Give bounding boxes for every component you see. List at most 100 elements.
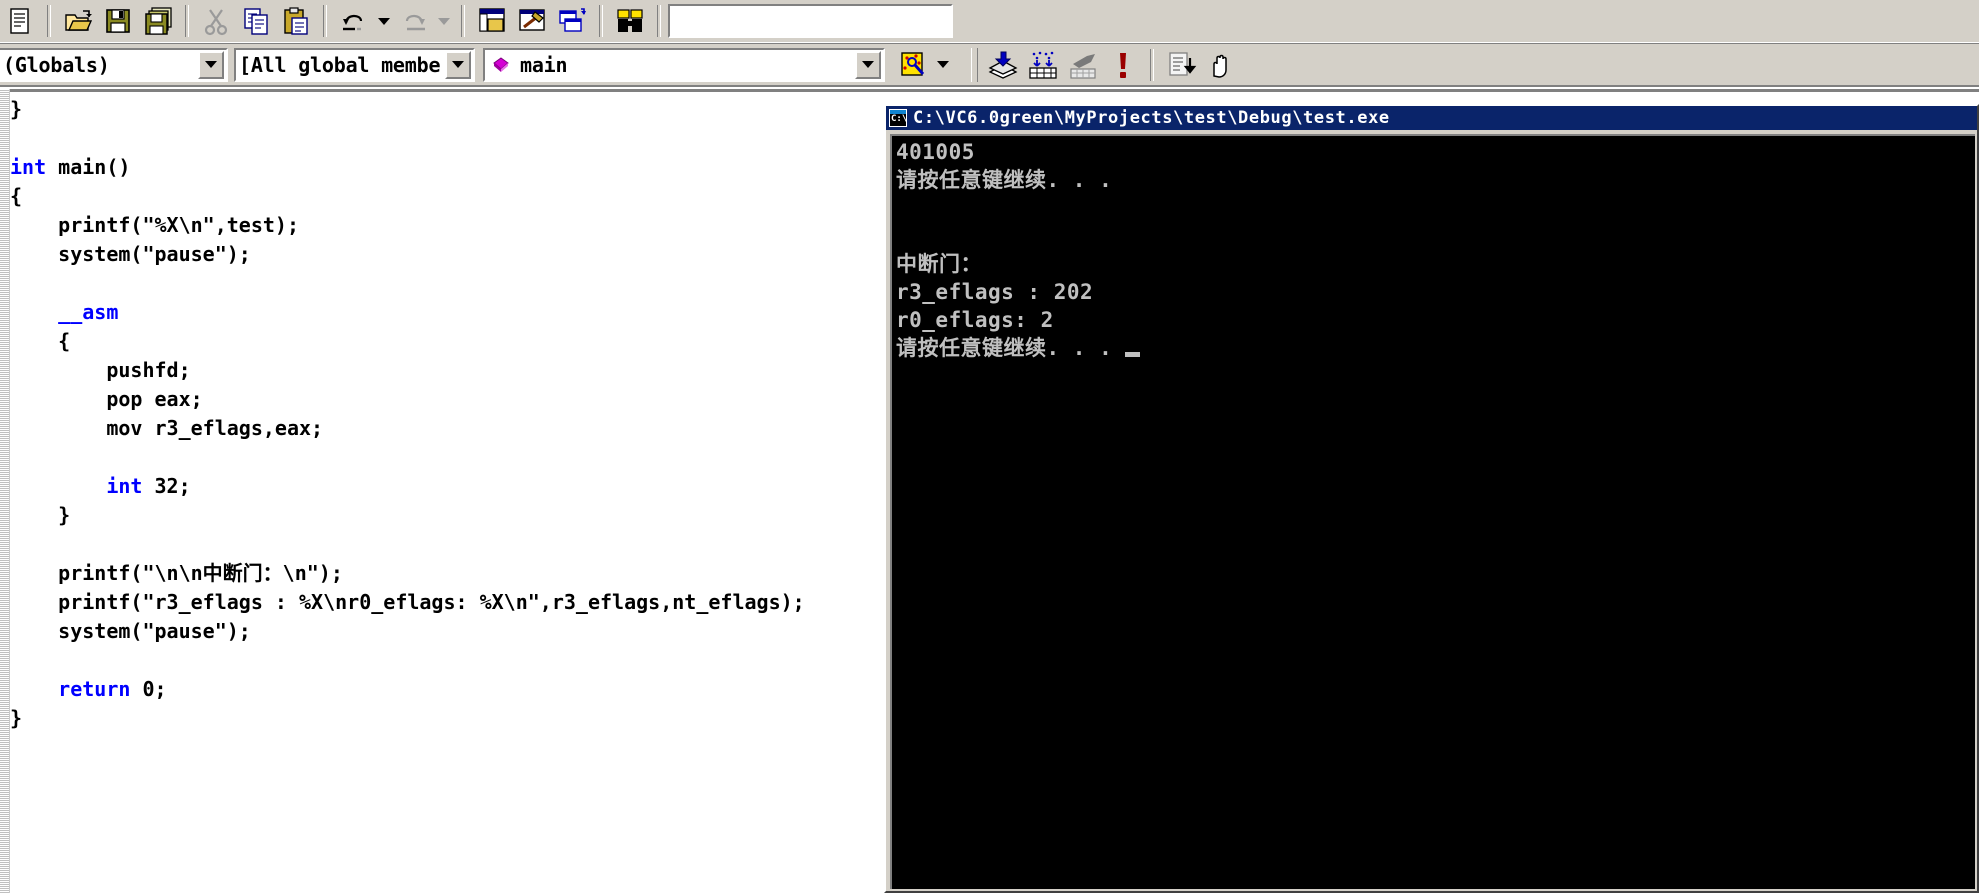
undo-dropdown-button[interactable] (374, 2, 394, 40)
stop-build-button[interactable] (1063, 46, 1103, 84)
find-combo-box[interactable] (668, 4, 953, 38)
build-bricks-icon (1029, 51, 1057, 79)
execute-program-button[interactable] (1103, 46, 1143, 84)
workspace-window-icon (479, 8, 505, 32)
save-button[interactable] (98, 2, 138, 40)
build-button[interactable] (1023, 46, 1063, 84)
code-line: printf("\n\n中断门：\n"); (10, 561, 343, 585)
editor-top-border (0, 89, 1979, 92)
cut-button[interactable] (196, 2, 236, 40)
code-line: mov r3_eflags,eax; (10, 416, 324, 440)
editor-selection-margin[interactable] (0, 89, 10, 893)
code-line: system("pause"); (10, 242, 251, 266)
open-folder-icon (65, 10, 93, 31)
console-line: 请按任意键继续. . . (896, 334, 1975, 362)
toolbar-separator (323, 5, 327, 37)
class-combo-box[interactable]: (Globals) (0, 47, 228, 82)
console-line: r3_eflags : 202 (896, 280, 1094, 304)
toolbar-separator (461, 5, 465, 37)
toolbar-separator (657, 5, 661, 37)
compile-stack-icon (988, 51, 1018, 79)
editor-code-text[interactable]: } int main() { printf("%X\n",test); syste… (10, 95, 805, 733)
member-combo-value: main (520, 52, 568, 77)
filter-combo-box[interactable]: [All global members (234, 47, 475, 82)
go-button[interactable] (1161, 46, 1201, 84)
member-combo-box[interactable]: main (483, 47, 885, 82)
toolbar-separator (47, 5, 51, 37)
document-icon (10, 8, 29, 34)
output-button[interactable] (512, 2, 552, 40)
member-diamond-icon (485, 56, 517, 73)
chevron-down-icon (452, 61, 464, 68)
code-line: } (10, 503, 71, 527)
copy-button[interactable] (236, 2, 276, 40)
standard-toolbar (0, 0, 1979, 43)
code-line: pop eax; (10, 387, 203, 411)
redo-dropdown-button[interactable] (434, 2, 454, 40)
undo-arrow-icon (343, 14, 363, 31)
paste-button[interactable] (276, 2, 316, 40)
stop-build-icon (1070, 53, 1096, 79)
binoculars-icon (617, 9, 643, 32)
code-line: { (10, 184, 23, 208)
find-in-files-button[interactable] (610, 2, 650, 40)
toolbar-grip[interactable] (971, 47, 978, 82)
clipboard-icon (284, 7, 308, 35)
insert-remove-breakpoint-button[interactable] (1201, 46, 1241, 84)
open-button[interactable] (58, 2, 98, 40)
save-all-button[interactable] (138, 2, 178, 40)
filter-combo-value: [All global members (239, 52, 443, 77)
window-list-button[interactable] (552, 2, 592, 40)
workspace-button[interactable] (472, 2, 512, 40)
console-window[interactable]: C:\ C:\VC6.0green\MyProjects\test\Debug\… (884, 104, 1979, 893)
toolbar-separator (1150, 48, 1154, 81)
output-hammer-icon (519, 9, 545, 31)
wizard-magnify-icon (901, 51, 925, 76)
code-line: } (10, 706, 23, 730)
code-line: int 32; (106, 474, 191, 498)
console-line: r0_eflags: 2 (896, 308, 1054, 332)
copy-pages-icon (244, 8, 268, 35)
console-line: 中断门： (896, 252, 982, 276)
window-list-icon (559, 8, 586, 32)
chevron-down-icon (438, 17, 450, 25)
console-title-bar[interactable]: C:\ C:\VC6.0green\MyProjects\test\Debug\… (886, 106, 1977, 130)
undo-button[interactable] (334, 2, 374, 40)
redo-arrow-icon (405, 14, 425, 31)
code-line: pushfd; (10, 358, 191, 382)
compile-button[interactable] (983, 46, 1023, 84)
hand-icon (1213, 54, 1227, 78)
chevron-down-icon (862, 61, 874, 68)
member-combo-dropdown-button[interactable] (855, 50, 881, 79)
class-combo-dropdown-button[interactable] (198, 50, 224, 79)
scissors-icon (204, 9, 228, 36)
chevron-down-icon (937, 61, 949, 68)
console-line: 401005 (896, 140, 975, 164)
console-cursor (1125, 352, 1141, 357)
class-combo-value: (Globals) (3, 52, 110, 77)
wizardbar-actions-dropdown-button[interactable] (933, 46, 953, 84)
redo-button[interactable] (394, 2, 434, 40)
code-line: int main() (10, 155, 131, 179)
console-client-area[interactable]: 401005 请按任意键继续. . . 中断门： r3_eflags : 202 r0… (890, 134, 1975, 889)
floppy-disk-icon (106, 9, 130, 33)
toolbar-separator (185, 5, 189, 37)
code-line: system("pause"); (10, 619, 251, 643)
toolbar-separator (599, 5, 603, 37)
code-line: printf("r3_eflags : %X\nr0_eflags: %X\n"… (10, 590, 805, 614)
exclamation-icon (1120, 52, 1126, 78)
console-cmd-icon: C:\ (889, 109, 907, 127)
console-line: 请按任意键继续. . . (896, 168, 1113, 192)
new-text-file-button[interactable] (0, 2, 40, 40)
filter-combo-dropdown-button[interactable] (445, 50, 471, 79)
code-line: { (10, 329, 71, 353)
code-line: } (10, 97, 23, 121)
wizardbar-actions-button[interactable] (893, 46, 933, 84)
save-all-icon (145, 7, 172, 35)
